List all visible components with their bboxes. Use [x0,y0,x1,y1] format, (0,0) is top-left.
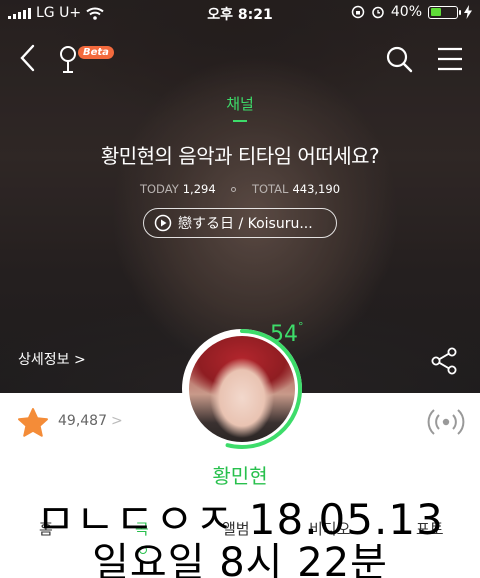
now-playing-title: 戀する日 / Koisuru... [178,216,313,232]
stats-separator [231,187,237,192]
voice-search-button[interactable]: Beta [58,42,114,76]
channel-label: 채널 [226,95,254,113]
beta-badge: Beta [78,46,114,59]
search-icon[interactable] [384,44,414,74]
caption-time: 일요일 8시 22분 [92,540,388,578]
alarm-icon [372,6,384,19]
total-label: TOTAL [251,182,289,196]
progress-value: 54 [270,322,298,347]
menu-icon[interactable] [436,46,464,72]
star-icon[interactable] [17,407,49,439]
like-count[interactable]: 49,487 > [58,413,123,429]
today-count: 1,294 [182,182,216,196]
like-chevron: > [111,413,123,429]
degree-mark: ° [298,320,304,333]
radio-icon[interactable] [426,406,466,438]
channel-underline [233,120,247,122]
progress-percent: 54° [270,320,304,347]
rotation-lock-icon [351,5,365,19]
total-count: 443,190 [292,182,341,196]
back-icon[interactable] [14,42,42,74]
artist-name: 황민현 [212,464,268,488]
battery-icon [428,5,461,19]
top-nav: Beta [0,36,480,80]
today-label: TODAY [139,182,179,196]
detail-info-link[interactable]: 상세정보 > [18,349,86,369]
artist-avatar[interactable] [189,336,295,442]
share-icon[interactable] [430,346,460,376]
status-right: 40% [351,4,472,20]
now-playing-button[interactable]: 戀する日 / Koisuru... [143,208,337,238]
like-count-value: 49,487 [58,413,107,429]
battery-percent: 40% [390,4,422,20]
status-bar: LG U+ 오후 8:21 40% [0,0,480,26]
play-icon [154,214,172,232]
channel-title: 황민현의 음악과 티타임 어떠세요? [100,144,380,168]
channel-stats: TODAY 1,294 TOTAL 443,190 [0,182,480,196]
charging-icon [464,5,472,19]
